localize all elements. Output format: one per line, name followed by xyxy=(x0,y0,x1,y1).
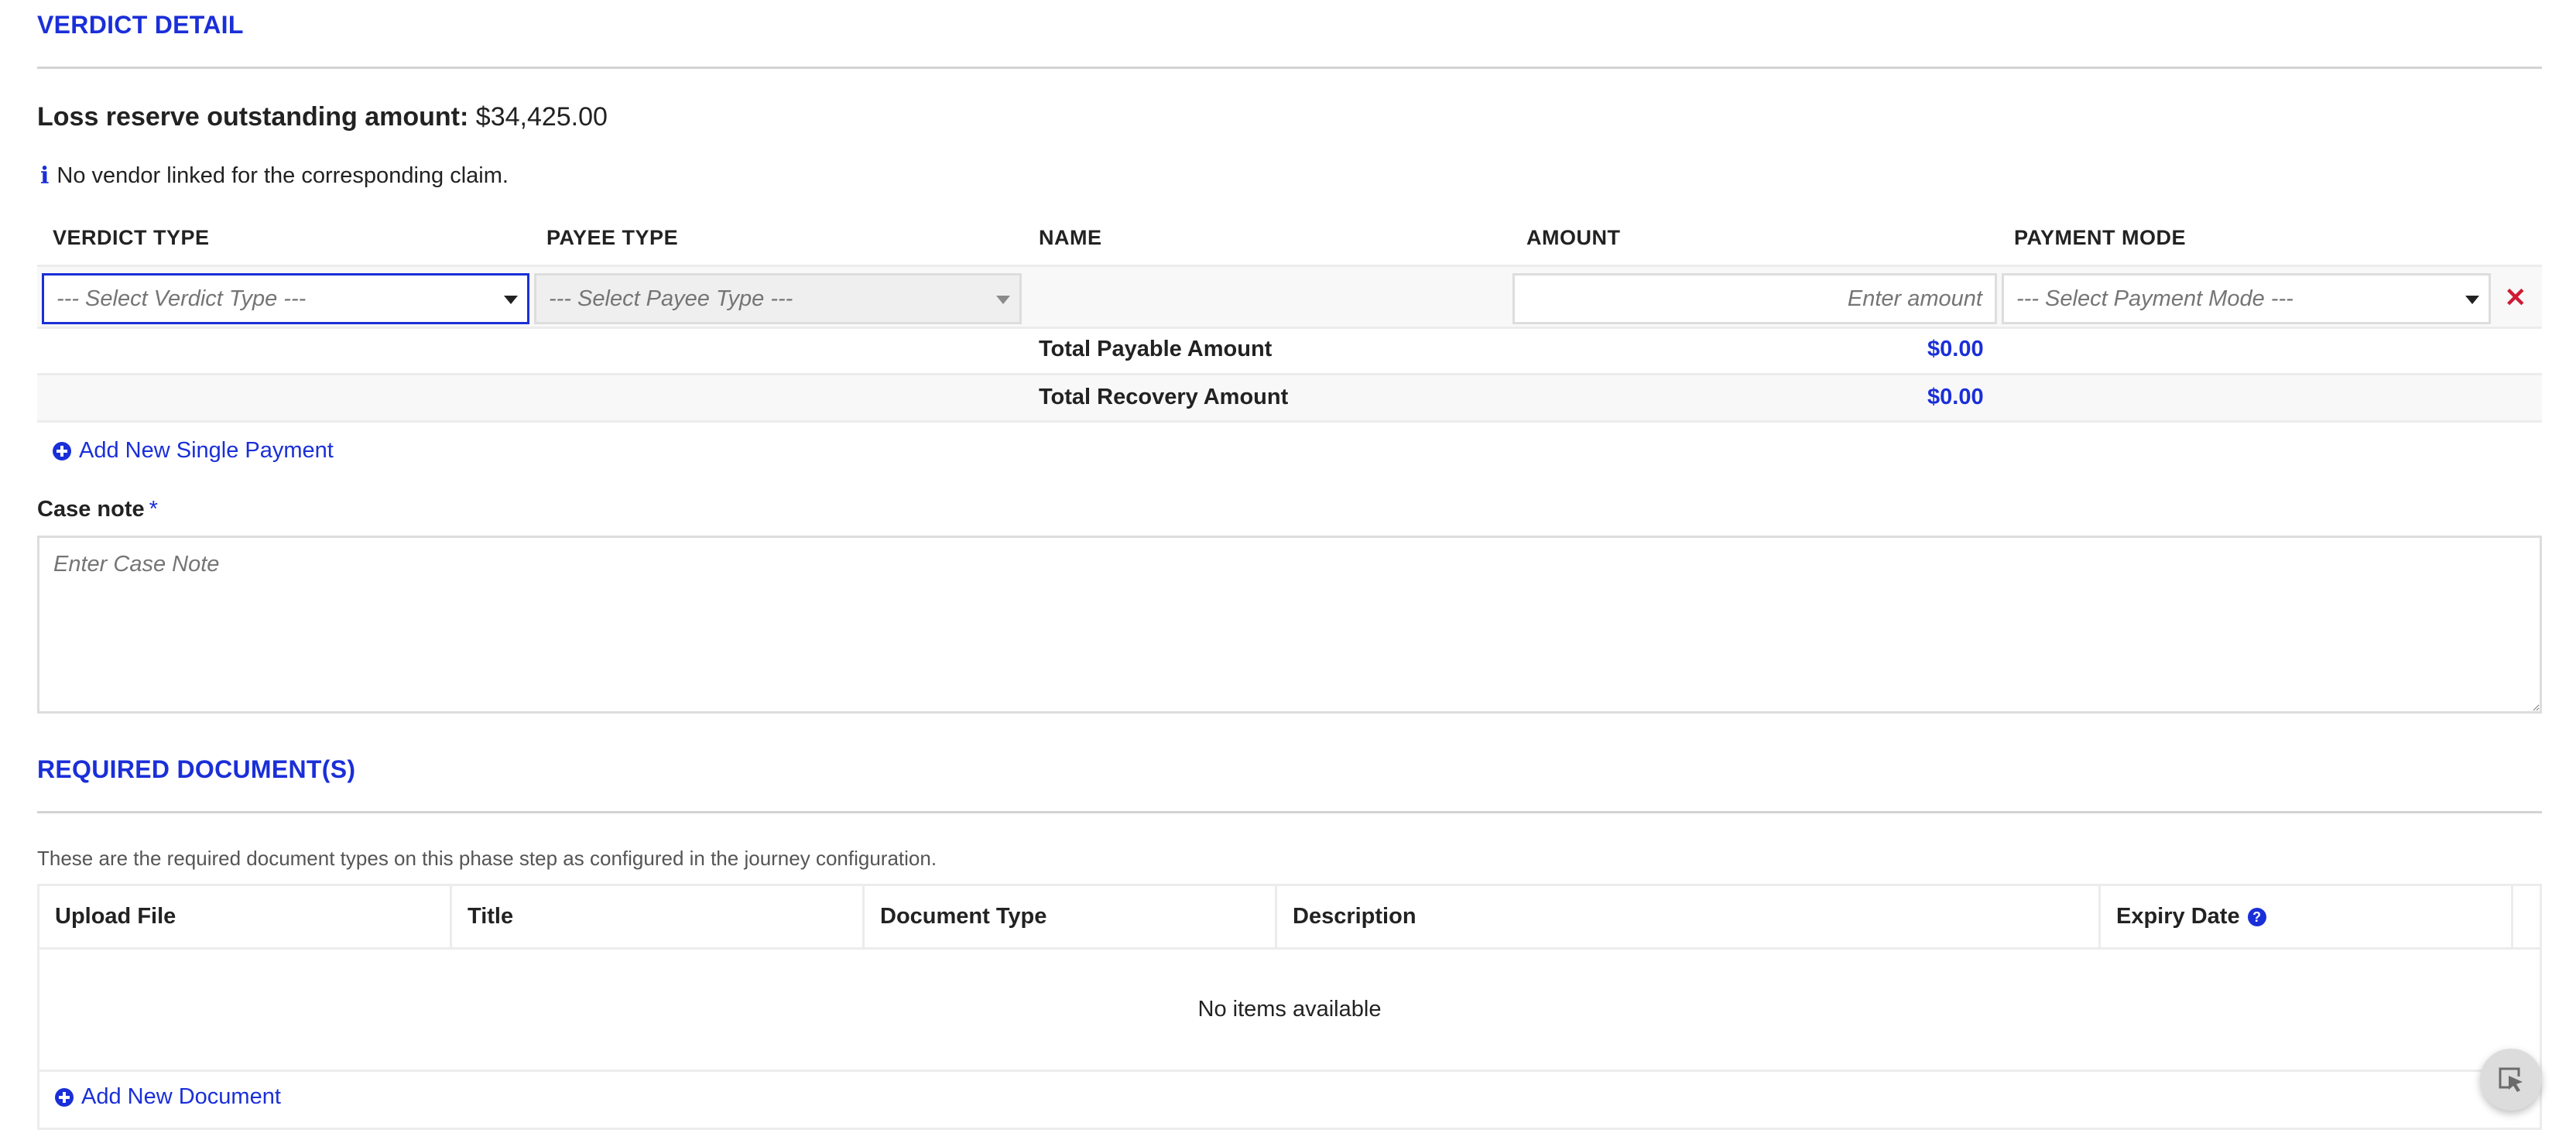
info-icon: i xyxy=(40,163,50,190)
col-expiry-date-label: Expiry Date xyxy=(2116,904,2240,929)
loss-reserve-label: Loss reserve outstanding amount: xyxy=(37,102,469,132)
payment-mode-placeholder: --- Select Payment Mode --- xyxy=(2016,286,2293,311)
col-title-label: Title xyxy=(468,904,514,929)
amount-input[interactable]: Enter amount xyxy=(1512,273,1997,324)
verdict-type-placeholder: --- Select Verdict Type --- xyxy=(57,286,307,311)
col-upload-file: Upload File xyxy=(39,886,452,947)
col-upload-file-label: Upload File xyxy=(55,904,176,929)
documents-empty-state: No items available xyxy=(39,950,2540,1072)
amount-placeholder: Enter amount xyxy=(1847,286,1982,311)
select-cursor-icon xyxy=(2499,1067,2523,1092)
required-documents-title: REQUIRED DOCUMENT(S) xyxy=(37,755,356,783)
chevron-down-icon xyxy=(504,296,518,304)
select-cursor-button[interactable] xyxy=(2480,1049,2542,1111)
close-icon[interactable]: ✕ xyxy=(2505,282,2527,313)
col-title: Title xyxy=(452,886,865,947)
plus-circle-icon xyxy=(53,441,71,460)
payment-row: --- Select Verdict Type --- --- Select P… xyxy=(37,265,2542,327)
documents-table-header: Upload File Title Document Type Descript… xyxy=(39,886,2540,950)
col-description: Description xyxy=(1277,886,2101,947)
col-payee-type: PAYEE TYPE xyxy=(546,226,679,249)
add-single-payment-link[interactable]: Add New Single Payment xyxy=(53,438,334,464)
vendor-info-text: No vendor linked for the corresponding c… xyxy=(57,163,509,188)
total-recovery-label: Total Recovery Amount xyxy=(1039,385,1289,409)
col-name: NAME xyxy=(1039,226,1102,249)
documents-helper-text: These are the required document types on… xyxy=(37,847,937,870)
total-payable-value: $0.00 xyxy=(1927,337,1984,361)
vendor-info-message: i No vendor linked for the corresponding… xyxy=(40,163,509,190)
loss-reserve: Loss reserve outstanding amount: $34,425… xyxy=(37,102,608,132)
section-divider xyxy=(37,811,2542,813)
payment-grid-header: VERDICT TYPE PAYEE TYPE NAME AMOUNT PAYM… xyxy=(37,226,2542,265)
total-recovery-row: Total Recovery Amount $0.00 xyxy=(37,373,2542,423)
case-note-textarea[interactable] xyxy=(37,536,2542,714)
total-payable-label: Total Payable Amount xyxy=(1039,337,1273,361)
section-divider xyxy=(37,67,2542,69)
verdict-detail-title: VERDICT DETAIL xyxy=(37,11,244,39)
col-amount: AMOUNT xyxy=(1526,226,1621,249)
total-payable-row: Total Payable Amount $0.00 xyxy=(37,327,2542,373)
payee-type-select[interactable]: --- Select Payee Type --- xyxy=(534,273,1022,324)
plus-circle-icon xyxy=(55,1087,74,1107)
col-document-type-label: Document Type xyxy=(880,904,1047,929)
chevron-down-icon xyxy=(996,296,1010,304)
chevron-down-icon xyxy=(2465,296,2479,304)
case-note-label: Case note * xyxy=(37,497,158,522)
add-document-label: Add New Document xyxy=(81,1084,281,1109)
question-circle-icon[interactable]: ? xyxy=(2247,907,2266,926)
loss-reserve-value: $34,425.00 xyxy=(475,102,608,132)
add-single-payment-label: Add New Single Payment xyxy=(79,438,334,463)
col-document-type: Document Type xyxy=(865,886,1277,947)
payment-mode-select[interactable]: --- Select Payment Mode --- xyxy=(2002,273,2491,324)
documents-table: Upload File Title Document Type Descript… xyxy=(37,884,2542,1130)
add-document-link[interactable]: Add New Document xyxy=(55,1084,281,1110)
col-payment-mode: PAYMENT MODE xyxy=(2014,226,2187,249)
verdict-type-select[interactable]: --- Select Verdict Type --- xyxy=(42,273,529,324)
col-description-label: Description xyxy=(1293,904,1416,929)
payee-type-placeholder: --- Select Payee Type --- xyxy=(549,286,793,311)
total-recovery-value: $0.00 xyxy=(1927,385,1984,409)
col-verdict-type: VERDICT TYPE xyxy=(53,226,210,249)
required-marker: * xyxy=(149,497,158,522)
col-expiry-date: Expiry Date ? xyxy=(2101,886,2513,947)
case-note-label-text: Case note xyxy=(37,497,145,522)
